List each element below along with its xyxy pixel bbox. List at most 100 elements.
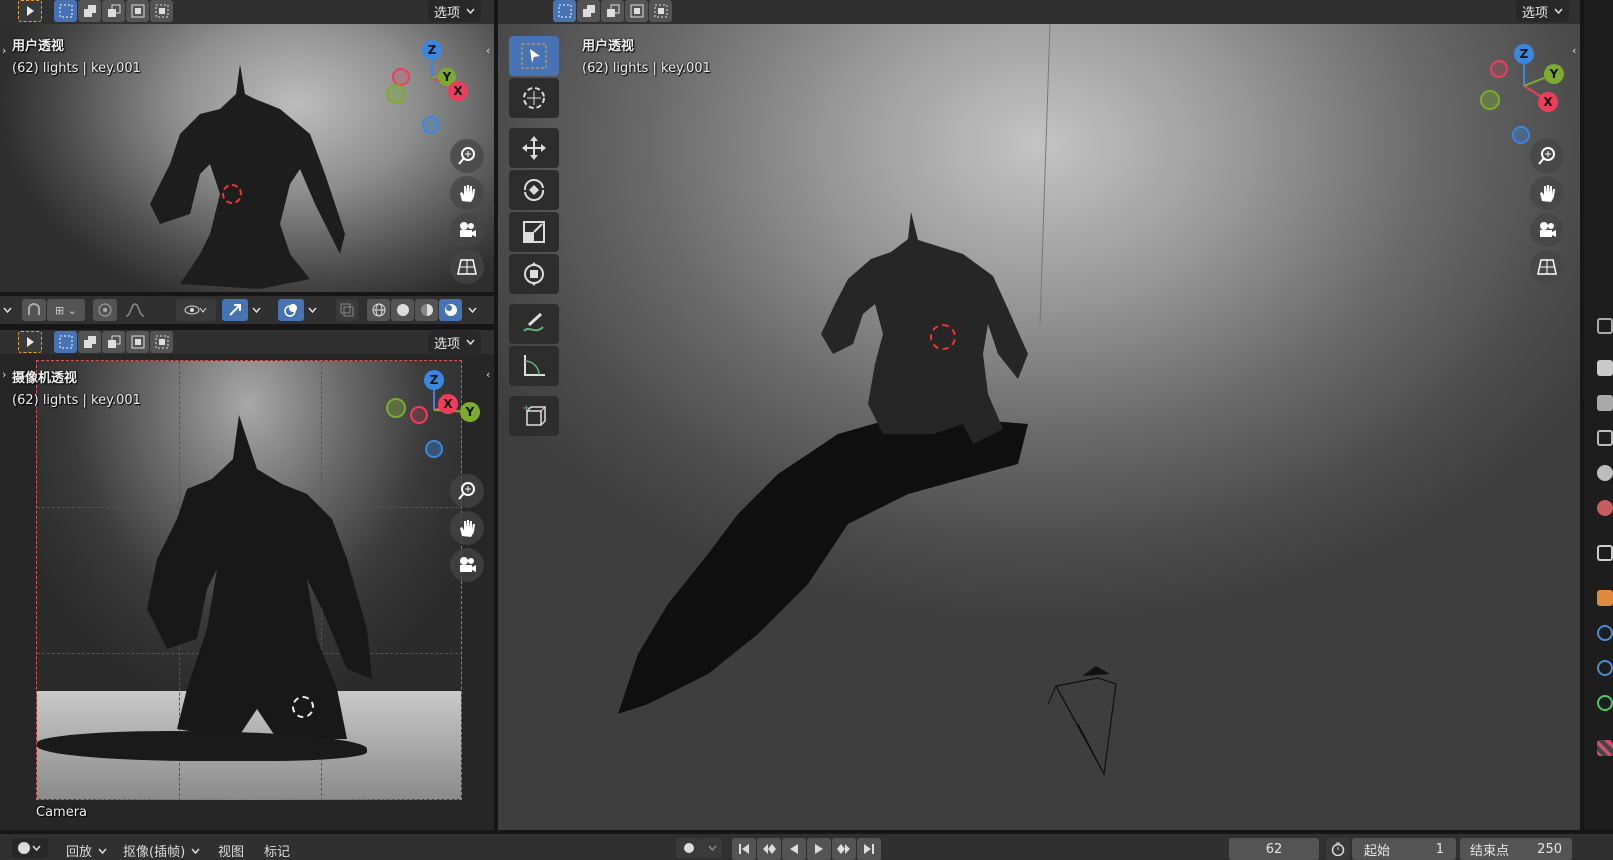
- shading-material[interactable]: [415, 299, 438, 321]
- gizmo-neg-z[interactable]: [1512, 126, 1530, 144]
- proportional-edit[interactable]: [93, 299, 117, 321]
- main-viewport[interactable]: 用户透视 (62) lights | key.001 ‹ Z Y X: [498, 24, 1580, 830]
- current-frame-field[interactable]: 62: [1229, 838, 1319, 860]
- world-properties-icon[interactable]: [1597, 500, 1613, 516]
- select-mode-invert-2[interactable]: [126, 331, 149, 353]
- zoom-button-2[interactable]: [450, 474, 484, 508]
- data-properties-icon[interactable]: [1597, 695, 1613, 711]
- view-layer-icon[interactable]: [1597, 430, 1613, 446]
- texture-properties-icon[interactable]: [1597, 740, 1613, 756]
- bottom-left-options-dropdown[interactable]: 选项: [428, 331, 482, 353]
- gizmo-y-axis[interactable]: Y: [460, 402, 480, 422]
- playback-menu[interactable]: 回放: [66, 841, 107, 860]
- tool-add-cube[interactable]: +: [509, 396, 559, 436]
- select-mode-intersect[interactable]: [150, 0, 173, 22]
- collection-properties-icon[interactable]: [1597, 545, 1613, 561]
- gizmo-neg-x[interactable]: [410, 406, 428, 424]
- shading-rendered[interactable]: [439, 299, 462, 321]
- overlays-toggle[interactable]: [278, 299, 304, 321]
- ortho-toggle-button[interactable]: [450, 250, 484, 284]
- modifier-properties-icon[interactable]: [1597, 625, 1613, 641]
- navigation-gizmo-main[interactable]: Z Y X: [1478, 42, 1568, 144]
- main-ortho-toggle-button[interactable]: [1530, 250, 1564, 284]
- render-properties-icon[interactable]: [1597, 360, 1613, 376]
- main-pan-button[interactable]: [1530, 176, 1564, 210]
- snap-target-dropdown[interactable]: ⊞ ⌄: [47, 299, 85, 321]
- output-properties-icon[interactable]: [1597, 395, 1613, 411]
- navigation-gizmo[interactable]: Z Y X: [386, 38, 472, 138]
- tool-annotate[interactable]: [509, 304, 559, 344]
- marker-menu[interactable]: 标记: [264, 841, 290, 860]
- start-frame-field[interactable]: 起始 1: [1352, 838, 1456, 860]
- select-mode-subtract[interactable]: [102, 0, 125, 22]
- jump-start-button[interactable]: [732, 838, 756, 860]
- shading-solid[interactable]: [391, 299, 414, 321]
- main-select-mode-intersect[interactable]: [649, 0, 672, 22]
- sidebar-collapse-arrow[interactable]: ‹: [486, 44, 490, 57]
- select-mode-new-2[interactable]: [54, 331, 77, 353]
- sidebar-toggle-arrow-2[interactable]: ›: [2, 368, 6, 381]
- main-select-mode-new[interactable]: [553, 0, 576, 22]
- navigation-gizmo-2[interactable]: Z X Y: [384, 360, 484, 460]
- xray-toggle[interactable]: [336, 299, 358, 321]
- editor-type-dropdown[interactable]: [12, 838, 48, 858]
- gizmo-neg-y[interactable]: [386, 84, 406, 104]
- tool-select-toggle[interactable]: [18, 0, 42, 22]
- pan-button[interactable]: [450, 176, 484, 210]
- gizmo-x-axis[interactable]: X: [448, 81, 468, 101]
- header-chevron-icon[interactable]: [3, 302, 12, 317]
- top-left-options-dropdown[interactable]: 选项: [428, 0, 482, 22]
- next-keyframe-button[interactable]: [832, 838, 856, 860]
- main-select-mode-invert[interactable]: [625, 0, 648, 22]
- keying-menu[interactable]: 抠像(插帧): [123, 841, 200, 860]
- tool-scale[interactable]: [509, 212, 559, 252]
- bottom-left-viewport[interactable]: 摄像机透视 (62) lights | key.001 Camera › ‹ Z…: [0, 354, 494, 830]
- select-mode-extend-2[interactable]: [78, 331, 101, 353]
- object-properties-icon[interactable]: [1597, 590, 1613, 606]
- gizmo-z-axis[interactable]: Z: [424, 370, 444, 390]
- prev-keyframe-button[interactable]: [757, 838, 781, 860]
- play-button[interactable]: [807, 838, 831, 860]
- preview-range-toggle[interactable]: [1326, 838, 1350, 860]
- select-mode-subtract-2[interactable]: [102, 331, 125, 353]
- auto-keying-toggle[interactable]: [676, 838, 702, 858]
- camera-view-button-2[interactable]: [450, 548, 484, 582]
- gizmo-toggle[interactable]: [222, 299, 248, 321]
- sidebar-collapse-arrow-2[interactable]: ‹: [486, 368, 490, 381]
- end-frame-field[interactable]: 结束点 250: [1460, 838, 1572, 860]
- top-left-viewport[interactable]: 用户透视 (62) lights | key.001 › ‹ Z Y X: [0, 24, 494, 292]
- main-select-mode-subtract[interactable]: [601, 0, 624, 22]
- main-camera-view-button[interactable]: [1530, 213, 1564, 247]
- jump-end-button[interactable]: [857, 838, 881, 860]
- select-mode-extend[interactable]: [78, 0, 101, 22]
- sidebar-collapse-arrow-main[interactable]: ‹: [1572, 44, 1576, 57]
- gizmo-neg-x[interactable]: [1490, 60, 1508, 78]
- keying-set-dropdown[interactable]: [702, 838, 722, 858]
- tool-select-toggle-2[interactable]: [18, 331, 42, 353]
- gizmo-neg-z[interactable]: [425, 440, 443, 458]
- main-select-mode-extend[interactable]: [577, 0, 600, 22]
- zoom-button[interactable]: [450, 139, 484, 173]
- gizmo-neg-z[interactable]: [422, 116, 440, 134]
- shading-dropdown[interactable]: [464, 299, 480, 321]
- tool-move[interactable]: [509, 128, 559, 168]
- main-zoom-button[interactable]: [1530, 139, 1564, 173]
- main-options-dropdown[interactable]: 选项: [1516, 0, 1570, 22]
- gizmo-neg-y[interactable]: [386, 398, 406, 418]
- tool-transform[interactable]: [509, 254, 559, 294]
- gizmo-x-axis[interactable]: X: [1538, 92, 1558, 112]
- snap-toggle[interactable]: [22, 299, 46, 321]
- pan-button-2[interactable]: [450, 511, 484, 545]
- tool-rotate[interactable]: [509, 170, 559, 210]
- tool-select-box[interactable]: [509, 36, 559, 76]
- tool-cursor[interactable]: [509, 78, 559, 118]
- gizmo-neg-y[interactable]: [1480, 90, 1500, 110]
- physics-properties-icon[interactable]: [1597, 660, 1613, 676]
- gizmo-dropdown[interactable]: [248, 299, 264, 321]
- falloff-dropdown[interactable]: [118, 299, 154, 321]
- tool-measure[interactable]: [509, 346, 559, 386]
- scene-properties-icon[interactable]: [1597, 465, 1613, 481]
- select-mode-intersect-2[interactable]: [150, 331, 173, 353]
- gizmo-z-axis[interactable]: Z: [422, 40, 442, 60]
- select-mode-new[interactable]: [54, 0, 77, 22]
